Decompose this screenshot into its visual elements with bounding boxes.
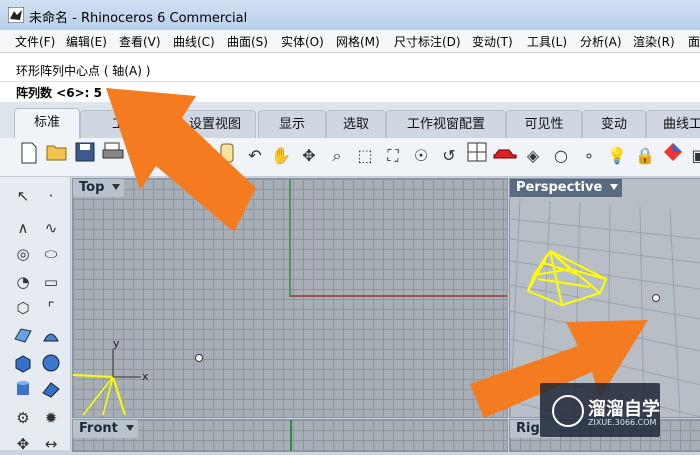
watermark-logo-icon — [552, 395, 584, 427]
watermark-url: ZIXUE.3066.COM — [588, 418, 657, 427]
orange-arrow-upleft — [106, 88, 256, 232]
watermark: 溜溜自学 ZIXUE.3066.COM — [540, 383, 660, 437]
